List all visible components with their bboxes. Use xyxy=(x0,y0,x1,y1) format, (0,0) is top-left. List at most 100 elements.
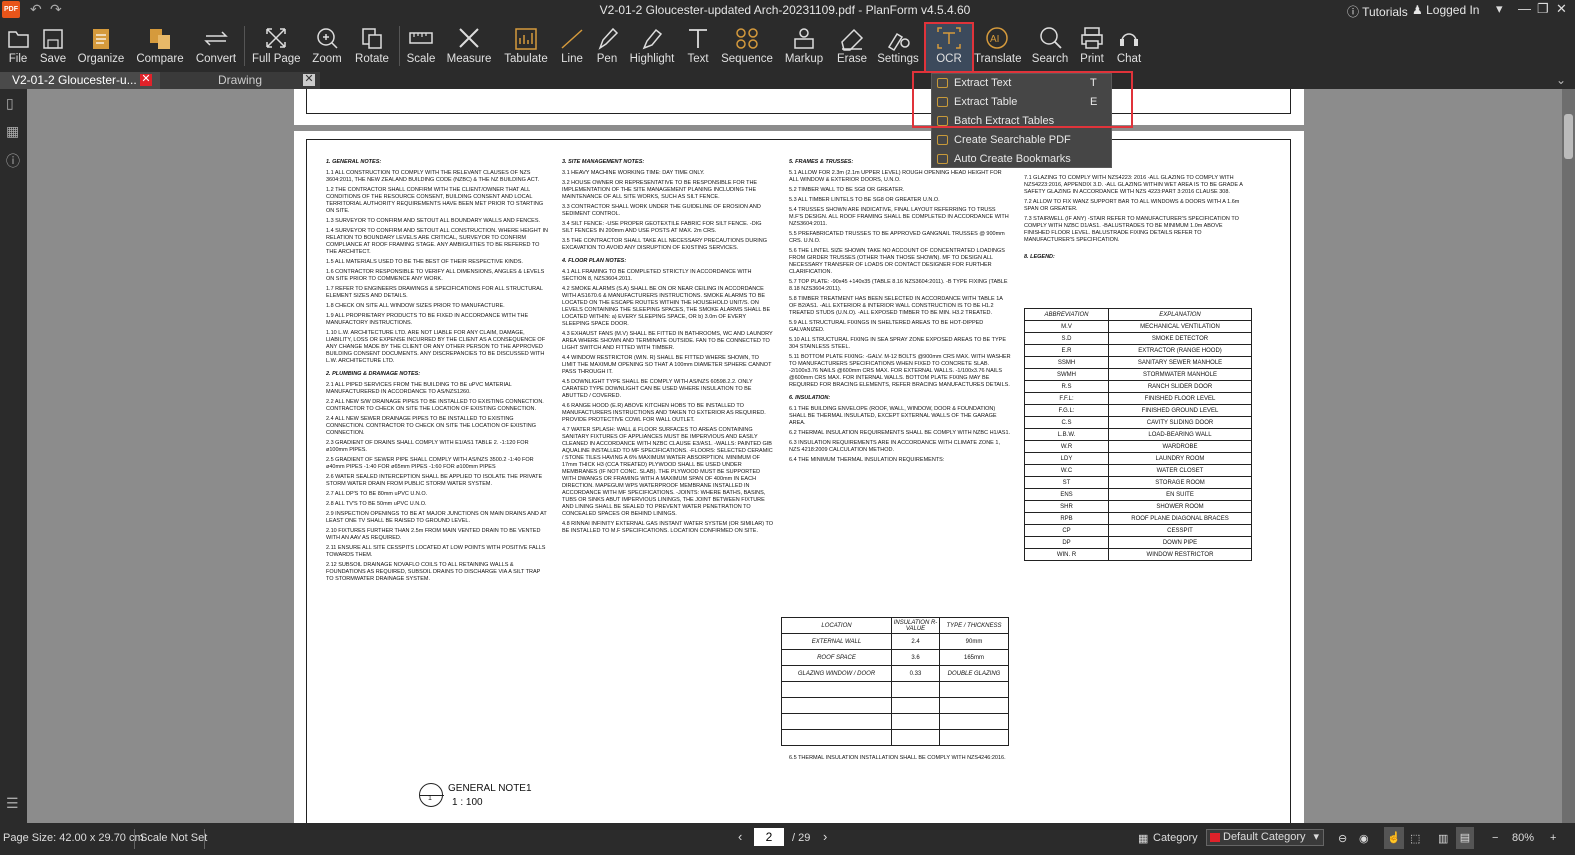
print-button[interactable]: Print xyxy=(1076,20,1108,70)
chat-button[interactable]: Chat xyxy=(1112,20,1146,70)
list-menu-icon[interactable]: ☰ xyxy=(6,795,19,812)
rotate-button[interactable]: Rotate xyxy=(352,20,392,70)
pen-button[interactable]: Pen xyxy=(592,20,622,70)
maximize-icon[interactable]: ❐ xyxy=(1537,1,1549,17)
note-item: 1.1 ALL CONSTRUCTION TO COMPLY WITH THE … xyxy=(326,170,540,183)
table-cell: EN SUITE xyxy=(1108,488,1252,501)
table-row: W.C WATER CLOSET xyxy=(1024,464,1252,477)
table-cell: RPB xyxy=(1024,512,1109,525)
next-page-icon[interactable]: › xyxy=(823,829,827,844)
table-cell: F.G.L: xyxy=(1024,404,1109,417)
note-item: 5.5 PREFABRICATED TRUSSES TO BE APPROVED… xyxy=(789,231,1005,244)
full-page-button[interactable]: Full Page xyxy=(252,20,301,70)
help-icon[interactable]: ⓘ xyxy=(6,151,20,171)
line-button[interactable]: Line xyxy=(556,20,588,70)
note-item: 4.1 ALL FRAMING TO BE COMPLETED STRICTLY… xyxy=(562,269,752,282)
minimize-icon[interactable]: — xyxy=(1518,1,1531,16)
double-page-view-icon[interactable]: ▤ xyxy=(1456,827,1474,849)
scale-button[interactable]: Scale xyxy=(404,20,438,70)
save-button[interactable]: Save xyxy=(36,20,70,70)
file-button[interactable]: File xyxy=(2,20,34,70)
menu-item-label: Create Searchable PDF xyxy=(954,134,1071,146)
vertical-scrollbar[interactable] xyxy=(1562,89,1575,823)
zoom-button[interactable]: Zoom xyxy=(308,20,346,70)
note-item: 4.5 DOWNLIGHT TYPE SHALL BE COMPLY WITH … xyxy=(562,379,753,399)
table-cell xyxy=(781,713,892,730)
menu-item-auto-create-bookmarks[interactable]: Auto Create Bookmarks xyxy=(932,150,1113,169)
table-cell: STORMWATER MANHOLE xyxy=(1108,368,1252,381)
site-floor-column: 3. SITE MANAGEMENT NOTES: 3.1 HEAVY MACH… xyxy=(562,159,774,538)
markup-button[interactable]: Markup xyxy=(782,20,826,70)
scale-readout[interactable]: Scale Not Set xyxy=(140,832,207,844)
organize-button[interactable]: Organize xyxy=(76,20,126,70)
note-item: 2.8 ALL TV'S TO BE 50mm uPVC U.N.O. xyxy=(326,501,427,507)
undo-icon[interactable]: ↶ xyxy=(30,1,42,18)
sequence-button[interactable]: Sequence xyxy=(720,20,774,70)
menu-dropdown-icon[interactable]: ▾ xyxy=(1496,1,1503,17)
note-item: 5.4 TRUSSES SHOWN ARE INDICATIVE, FINAL … xyxy=(789,207,1009,227)
table-row: L.B.W. LOAD-BEARING WALL xyxy=(1024,428,1252,441)
table-cell: RANCH SLIDER DOOR xyxy=(1108,380,1252,393)
zoom-level[interactable]: 80% xyxy=(1512,832,1534,844)
sequence-icon xyxy=(736,28,758,49)
table-cell: SHR xyxy=(1024,500,1109,513)
select-tool-icon[interactable]: ⬚ xyxy=(1410,832,1420,845)
plumbing-heading: 2. PLUMBING & DRAINAGE NOTES: xyxy=(326,371,421,377)
translate-icon: AI xyxy=(986,27,1008,49)
current-page-input[interactable]: 2 xyxy=(754,828,784,846)
tab-drawing[interactable]: Drawing ✕ xyxy=(160,72,320,89)
table-cell: FINISHED FLOOR LEVEL xyxy=(1108,392,1252,405)
tabulate-button[interactable]: Tabulate xyxy=(502,20,550,70)
search-button[interactable]: Search xyxy=(1030,20,1070,70)
eye-icon[interactable]: ◉ xyxy=(1359,832,1369,845)
ocr-button[interactable]: OCR xyxy=(926,20,972,70)
note-item: 5.11 BOTTOM PLATE FIXING: -GALV. M-12 BO… xyxy=(789,354,1011,388)
hand-tool-icon[interactable]: ☝ xyxy=(1384,827,1404,849)
settings-button[interactable]: Settings xyxy=(876,20,920,70)
table-header: TYPE / THICKNESS xyxy=(939,617,1009,634)
close-window-icon[interactable]: ✕ xyxy=(1556,1,1567,17)
tutorials-link[interactable]: ⓘ Tutorials xyxy=(1347,3,1408,20)
chevron-down-icon[interactable]: ⌄ xyxy=(1556,73,1566,87)
highlight-button[interactable]: Highlight xyxy=(628,20,676,70)
close-tab-icon[interactable]: ✕ xyxy=(303,74,315,86)
account-menu[interactable]: ♟ Logged In xyxy=(1412,3,1479,17)
table-row: SWMH STORMWATER MANHOLE xyxy=(1024,368,1252,381)
note-item: 3.2 HOUSE OWNER OR REPRESENTATIVE TO BE … xyxy=(562,180,758,200)
prev-page-icon[interactable]: ‹ xyxy=(738,829,742,844)
translate-button[interactable]: AI Translate xyxy=(974,20,1022,70)
highlight-label: Highlight xyxy=(629,53,675,65)
zoom-plus-icon[interactable]: + xyxy=(1550,832,1556,844)
category-select[interactable]: Default Category ▾ xyxy=(1206,829,1324,846)
note-item: 5.3 ALL TIMBER LINTELS TO BE SG8 OR GREA… xyxy=(789,197,940,203)
zoom-out-icon[interactable]: ⊖ xyxy=(1338,832,1347,845)
glazing-column: 7.1 GLAZING TO COMPLY WITH NZS4223: 2016… xyxy=(1024,175,1249,265)
single-page-view-icon[interactable]: ▥ xyxy=(1438,832,1448,845)
table-cell xyxy=(781,697,892,714)
table-cell: GLAZING WINDOW / DOOR xyxy=(781,665,892,682)
compare-button[interactable]: Compare xyxy=(134,20,186,70)
note-item: 5.8 TIMBER TREATMENT HAS BEEN SELECTED I… xyxy=(789,296,1003,316)
table-row: E.R EXTRACTOR (RANGE HOOD) xyxy=(1024,344,1252,357)
line-label: Line xyxy=(561,53,583,65)
menu-item-create-searchable-pdf[interactable]: Create Searchable PDF xyxy=(932,131,1113,150)
table-header: ABBREVIATION xyxy=(1024,308,1109,321)
bookmark-icon[interactable]: ▯ xyxy=(6,95,14,112)
zoom-minus-icon[interactable]: − xyxy=(1492,832,1498,844)
convert-button[interactable]: Convert xyxy=(194,20,238,70)
text-button[interactable]: Text xyxy=(682,20,714,70)
thumbnails-icon[interactable]: ▦ xyxy=(6,123,19,140)
close-tab-icon[interactable]: ✕ xyxy=(140,74,152,86)
table-row: ROOF SPACE 3.6 165mm xyxy=(781,649,1009,666)
table-cell xyxy=(939,713,1009,730)
left-sidebar: ▯ ▦ ⓘ ☰ xyxy=(0,89,27,823)
erase-button[interactable]: Erase xyxy=(834,20,870,70)
tab-document[interactable]: V2-01-2 Gloucester-u... ✕ xyxy=(0,72,160,89)
scrollbar-thumb[interactable] xyxy=(1564,114,1573,159)
measure-button[interactable]: Measure xyxy=(444,20,494,70)
redo-icon[interactable]: ↷ xyxy=(50,1,62,18)
table-cell: ENS xyxy=(1024,488,1109,501)
category-label: Category xyxy=(1153,832,1198,844)
table-cell: W.R xyxy=(1024,440,1109,453)
table-row: EXTERNAL WALL 2.4 90mm xyxy=(781,633,1009,650)
